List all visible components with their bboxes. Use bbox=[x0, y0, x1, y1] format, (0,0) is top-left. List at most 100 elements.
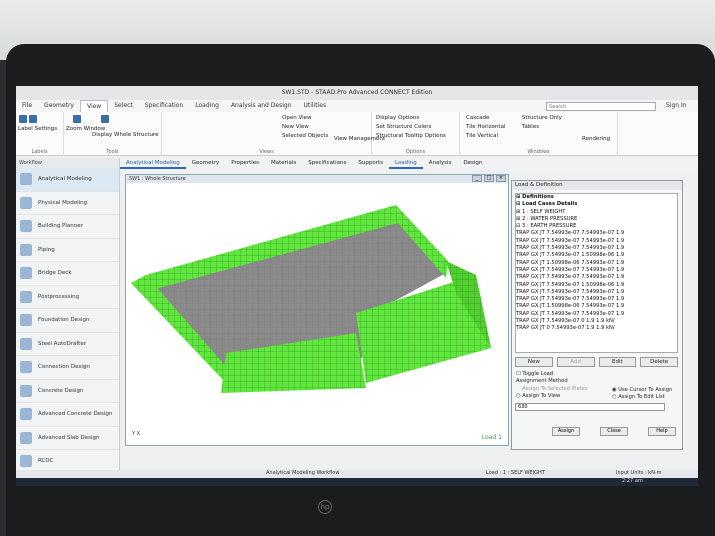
sidebar-item-connection-design[interactable]: Connection Design bbox=[16, 356, 119, 380]
tree-row[interactable]: TRAP GX JT 1.50998e-06 7.54993e-07 1.9 bbox=[516, 303, 677, 310]
tree-row[interactable]: TRAP GX JT 7.54993e-07 7.54993e-07 1.9 bbox=[516, 245, 677, 252]
toggle-load-checkbox[interactable]: ☐ Toggle Load bbox=[516, 371, 553, 377]
views-group: Open View New View Selected Objects View… bbox=[162, 112, 385, 156]
subtab-analytical-modeling[interactable]: Analytical Modeling bbox=[120, 158, 186, 169]
subtab-analysis[interactable]: Analysis bbox=[423, 158, 458, 169]
search-input[interactable]: Search bbox=[546, 102, 656, 111]
assign-edit-list-radio[interactable]: ○ Assign To Edit List bbox=[612, 394, 665, 400]
tooltip-options-button[interactable]: Structural Tooltip Options bbox=[376, 133, 446, 139]
tab-loading[interactable]: Loading bbox=[189, 100, 225, 112]
assign-button[interactable]: Assign bbox=[552, 427, 580, 436]
options-group: Display Options Set Structure Colors Str… bbox=[372, 112, 460, 156]
subtab-geometry[interactable]: Geometry bbox=[186, 158, 225, 169]
tree-row[interactable]: ⊟ 3 : EARTH PRESSURE bbox=[516, 223, 677, 230]
zoom-icon[interactable] bbox=[73, 115, 81, 123]
sidebar-item-steel-autodrafter[interactable]: Steel AutoDrafter bbox=[16, 333, 119, 356]
tab-select[interactable]: Select bbox=[108, 100, 139, 112]
subtab-properties[interactable]: Properties bbox=[225, 158, 265, 169]
use-cursor-radio[interactable]: ◉ Use Cursor To Assign bbox=[612, 387, 672, 393]
close-icon[interactable]: × bbox=[496, 175, 506, 182]
selected-objects-button[interactable]: Selected Objects bbox=[282, 133, 328, 139]
sidebar-item-analytical-modeling[interactable]: Analytical Modeling bbox=[16, 168, 119, 192]
new-view-button[interactable]: New View bbox=[282, 124, 309, 130]
tree-row[interactable]: TRAP GX JT 7.54993e-07 1.50998e-06 1.9 bbox=[516, 282, 677, 289]
sign-in-link[interactable]: Sign In bbox=[666, 102, 687, 109]
sidebar-item-advanced-slab-design[interactable]: Advanced Slab Design bbox=[16, 427, 119, 450]
tile-vertical-button[interactable]: Tile Vertical bbox=[466, 133, 498, 139]
maximize-icon[interactable]: □ bbox=[484, 175, 494, 182]
structure-only-button[interactable]: Structure Only bbox=[522, 115, 562, 121]
assign-view-radio[interactable]: ○ Assign To View bbox=[516, 393, 560, 399]
tab-specification[interactable]: Specification bbox=[139, 100, 190, 112]
tab-geometry[interactable]: Geometry bbox=[38, 100, 80, 112]
tree-row[interactable]: ⊞ 1 : SELF WEIGHT bbox=[516, 209, 677, 216]
tree-row[interactable]: TRAP GX JT 7.54993e-07 0 1.9 1.9 kN/ bbox=[516, 318, 677, 325]
tab-view[interactable]: View bbox=[79, 100, 109, 112]
tree-row[interactable]: TRAP GX JT 7.54993e-07 7.54993e-07 1.9 bbox=[516, 267, 677, 274]
assign-selected-radio[interactable]: Assign To Selected Plates bbox=[522, 386, 588, 392]
assignment-method-label: Assignment Method bbox=[516, 378, 568, 384]
subtab-supports[interactable]: Supports bbox=[352, 158, 389, 169]
close-button[interactable]: Close bbox=[600, 427, 628, 436]
tab-utilities[interactable]: Utilities bbox=[297, 100, 332, 112]
help-button[interactable]: Help bbox=[648, 427, 676, 436]
sidebar-item-foundation-design[interactable]: Foundation Design bbox=[16, 309, 119, 333]
label-icon[interactable] bbox=[19, 115, 27, 123]
load-tree[interactable]: ⊞ Definitions ⊟ Load Cases Details ⊞ 1 : … bbox=[515, 193, 678, 353]
workflow-icon bbox=[20, 337, 32, 350]
tree-row[interactable]: TRAP GX JT 7.54993e-07 7.54993e-07 1.9 bbox=[516, 311, 677, 318]
tree-row[interactable]: ⊞ 2 : WATER PRESSURE bbox=[516, 216, 677, 223]
rendering-button[interactable]: Rendering bbox=[582, 136, 610, 142]
set-structure-colors-button[interactable]: Set Structure Colors bbox=[376, 124, 431, 130]
tree-row[interactable]: TRAP GX JT 1.50998e-06 7.54993e-07 1.9 bbox=[516, 260, 677, 267]
assign-list-input[interactable]: 630 bbox=[515, 403, 665, 411]
sidebar-item-concrete-design[interactable]: Concrete Design bbox=[16, 380, 119, 403]
workflow-icon bbox=[20, 290, 32, 303]
structure-viewport[interactable]: SW1 : Whole Structure _ □ × Y X Load 1 bbox=[125, 174, 509, 446]
sub-tabs: Analytical Modeling Geometry Properties … bbox=[120, 158, 698, 169]
cascade-button[interactable]: Cascade bbox=[466, 115, 489, 121]
tree-row[interactable]: TRAP GX JT 7.54993e-07 7.54993e-07 1.9 bbox=[516, 230, 677, 237]
sidebar-item-label: Analytical Modeling bbox=[38, 176, 92, 183]
subtab-materials[interactable]: Materials bbox=[265, 158, 302, 169]
open-view-button[interactable]: Open View bbox=[282, 115, 312, 121]
sidebar-item-label: Advanced Slab Design bbox=[38, 434, 100, 441]
tree-row[interactable]: TRAP GX JT 7.54993e-07 7.54993e-07 1.9 bbox=[516, 289, 677, 296]
sidebar-item-building-planner[interactable]: Building Planner bbox=[16, 215, 119, 239]
sidebar-item-bridge-deck[interactable]: Bridge Deck bbox=[16, 262, 119, 286]
sidebar-item-advanced-concrete-design[interactable]: Advanced Concrete Design bbox=[16, 403, 119, 427]
minimize-icon[interactable]: _ bbox=[472, 175, 482, 182]
label-settings-button[interactable]: Label Settings bbox=[18, 126, 57, 132]
workflow-icon bbox=[20, 196, 32, 209]
tree-row[interactable]: TRAP GX JT 7.54993e-07 7.54993e-07 1.9 bbox=[516, 296, 677, 303]
new-button[interactable]: New bbox=[515, 357, 553, 367]
delete-button[interactable]: Delete bbox=[640, 357, 678, 367]
sidebar-item-postprocessing[interactable]: Postprocessing bbox=[16, 286, 119, 309]
edit-button[interactable]: Edit bbox=[598, 357, 637, 367]
tree-row[interactable]: ⊟ Load Cases Details bbox=[516, 201, 677, 208]
tree-row[interactable]: TRAP GX JT 7.54993e-07 1.50998e-06 1.9 bbox=[516, 252, 677, 259]
subtab-specifications[interactable]: Specifications bbox=[302, 158, 352, 169]
sidebar-item-physical-modeling[interactable]: Physical Modeling bbox=[16, 192, 119, 215]
subtab-design[interactable]: Design bbox=[457, 158, 488, 169]
tab-file[interactable]: File bbox=[16, 100, 38, 112]
display-whole-icon[interactable] bbox=[101, 115, 109, 123]
display-options-button[interactable]: Display Options bbox=[376, 115, 419, 121]
tile-horizontal-button[interactable]: Tile Horizontal bbox=[466, 124, 505, 130]
structure-model[interactable] bbox=[126, 183, 508, 445]
tree-row[interactable]: TRAP GX JT 7.54993e-07 7.54993e-07 1.9 bbox=[516, 238, 677, 245]
tables-button[interactable]: Tables bbox=[522, 124, 539, 130]
tree-row[interactable]: TRAP GX JT 0 7.54993e-07 1.9 1.9 kN/ bbox=[516, 325, 677, 332]
tree-row[interactable]: TRAP GX JT 7.54993e-07 7.54993e-07 1.9 bbox=[516, 274, 677, 281]
subtab-loading[interactable]: Loading bbox=[389, 158, 423, 169]
sidebar-item-label: Piping bbox=[38, 246, 55, 253]
tab-analysis-design[interactable]: Analysis and Design bbox=[225, 100, 298, 112]
tree-row[interactable]: ⊞ Definitions bbox=[516, 194, 677, 201]
add-button[interactable]: Add bbox=[556, 357, 595, 367]
label-icon[interactable] bbox=[29, 115, 37, 123]
display-whole-structure-button[interactable]: Display Whole Structure bbox=[92, 132, 159, 138]
labels-group: Label Settings Labels bbox=[16, 112, 64, 156]
sidebar-item-piping[interactable]: Piping bbox=[16, 239, 119, 262]
workflow-icon bbox=[20, 267, 32, 280]
hp-logo: hp bbox=[318, 500, 332, 514]
